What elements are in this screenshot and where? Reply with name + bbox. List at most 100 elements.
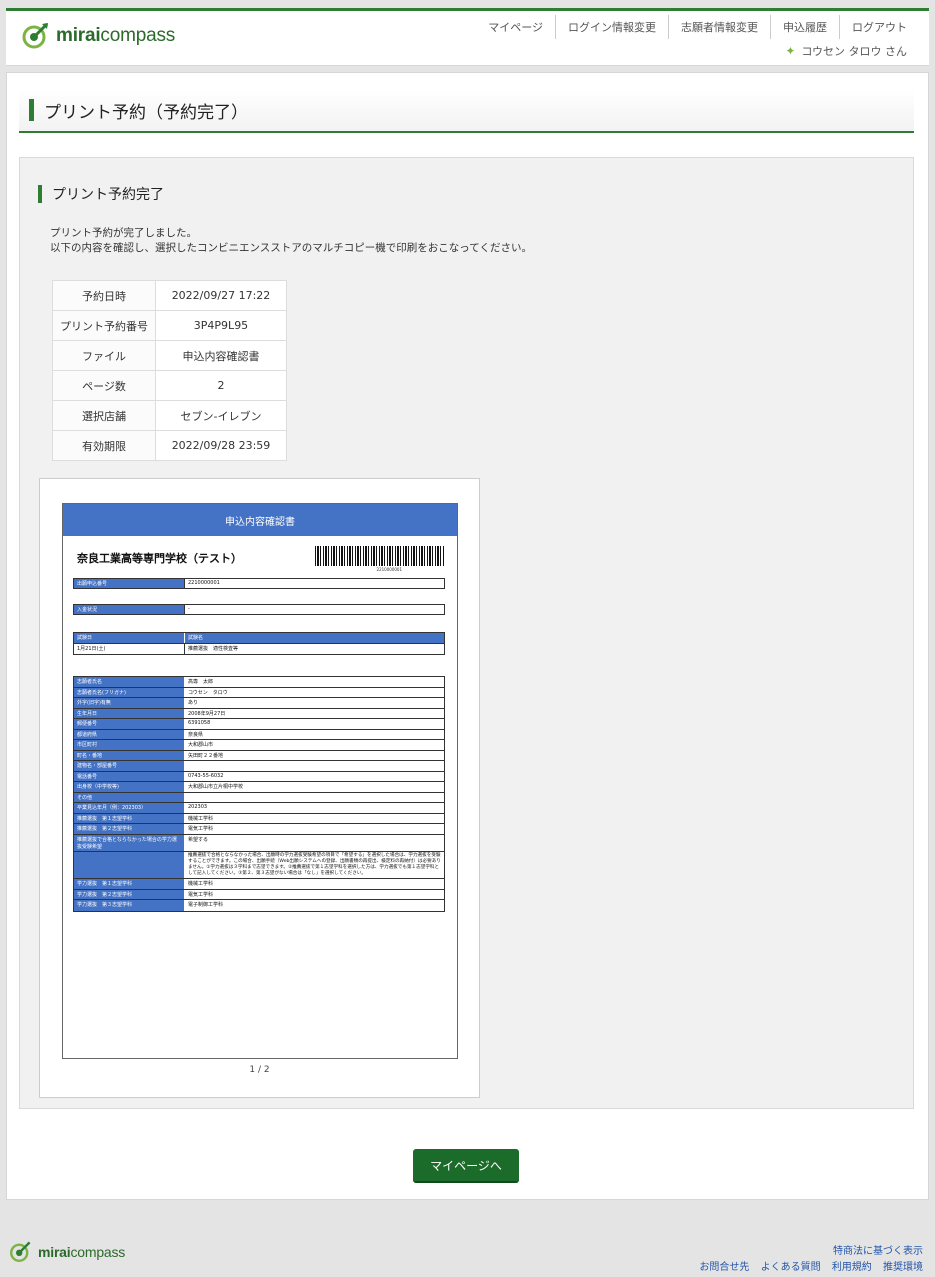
footer-link-terms[interactable]: 利用規約 — [832, 1262, 872, 1273]
miraicompass-logo[interactable]: miraicompass — [20, 21, 175, 51]
form-key: 学力選抜 第１志望学科 — [74, 879, 184, 889]
form-row: 町名・番地 矢田町２２番地 — [74, 750, 444, 761]
form-key: 町名・番地 — [74, 750, 184, 760]
school-name: 奈良工業高等専門学校（テスト） — [77, 552, 242, 565]
form-row: 学力選抜 第２志望学科 電気工学科 — [74, 889, 444, 901]
form-value: 202303 — [184, 803, 444, 813]
footer-logo[interactable]: miraicompass — [8, 1240, 125, 1264]
description-line-1: プリント予約が完了しました。 — [50, 227, 197, 239]
user-name: コウセン タロウ さん — [801, 45, 907, 58]
form-value: 矢田町２２番地 — [184, 750, 444, 760]
form-value: 機械工学科 — [184, 879, 444, 889]
form-row: 推薦選抜 第１志望学科 機械工学科 — [74, 813, 444, 824]
form-key: 郵便番号 — [74, 719, 184, 729]
form-key: 入金状況 — [74, 605, 184, 614]
form-row: 生年月日 2008年9月27日 — [74, 708, 444, 719]
info-key: 予約日時 — [52, 280, 156, 311]
info-value: 2022/09/28 23:59 — [155, 430, 287, 461]
form-key: 電話番号 — [74, 771, 184, 781]
form-value — [184, 761, 444, 771]
form-key: 推薦選抜で合格とならなかった場合の学力選抜受験希望 — [74, 834, 184, 851]
form-row: 出身校（中学校等) 大和郡山市立片桐中学校 — [74, 782, 444, 793]
form-value: 2210000001 — [184, 579, 444, 588]
info-key: 有効期限 — [52, 430, 156, 461]
table-row: ページ数 2 — [52, 370, 287, 401]
info-key: ページ数 — [52, 370, 156, 401]
document-title: 申込内容確認書 — [63, 504, 457, 536]
barcode-number: 2210000001 — [376, 567, 402, 572]
description: プリント予約が完了しました。 以下の内容を確認し、選択したコンビニエンスストアの… — [50, 226, 532, 256]
info-key: 選択店舗 — [52, 400, 156, 431]
table-row: 予約日時 2022/09/27 17:22 — [52, 280, 287, 311]
form-key: 学力選抜 第３志望学科 — [74, 900, 184, 911]
form-key: 推薦選抜 第１志望学科 — [74, 813, 184, 823]
nav-applicant-info[interactable]: 志願者情報変更 — [669, 15, 771, 39]
table-row: 選択店舗 セブン-イレブン — [52, 400, 287, 431]
form-key — [74, 851, 184, 879]
footer-link-faq[interactable]: よくある質問 — [761, 1262, 821, 1273]
form-row: 志願者氏名 高専 太郎 — [74, 677, 444, 688]
form-note: 推薦選抜で合格とならなかった場合、出願時の学力選抜受験希望の項目で「希望する」を… — [184, 851, 444, 879]
form-value: 2008年9月27日 — [184, 708, 444, 718]
nav-history[interactable]: 申込履歴 — [771, 15, 840, 39]
footer-link-tokusho[interactable]: 特商法に基づく表示 — [833, 1246, 923, 1257]
form-row: 電話番号 0743-55-6032 — [74, 771, 444, 782]
form-value: 6391058 — [184, 719, 444, 729]
footer-logo-text: miraicompass — [38, 1244, 126, 1260]
form-row: 都道府県 奈良県 — [74, 729, 444, 740]
barcode-image — [315, 546, 445, 566]
document-preview[interactable]: 申込内容確認書 奈良工業高等専門学校（テスト） 2210000001 出願申込番… — [39, 478, 480, 1098]
info-value: 申込内容確認書 — [155, 340, 287, 371]
form-row: 試験日 試験名 — [74, 633, 444, 644]
top-nav: マイページ ログイン情報変更 志願者情報変更 申込履歴 ログアウト — [476, 15, 919, 39]
form-value: 高専 太郎 — [184, 677, 444, 687]
form-value: 希望する — [184, 834, 444, 851]
compass-logo-icon — [8, 1240, 32, 1264]
form-key: 外字(旧字)有無 — [74, 698, 184, 708]
nav-logout[interactable]: ログアウト — [840, 15, 919, 39]
form-row: 外字(旧字)有無 あり — [74, 698, 444, 709]
section-heading: プリント予約完了 — [52, 187, 164, 203]
footer-link-contact[interactable]: お問合せ先 — [699, 1262, 749, 1273]
info-key: プリント予約番号 — [52, 310, 156, 341]
leaf-icon: ✦ — [785, 44, 796, 58]
form-key: 1月21日(土) — [74, 643, 184, 654]
form-row: 出願申込番号 2210000001 — [73, 578, 445, 589]
form-key: 建物名・部屋番号 — [74, 761, 184, 771]
form-value: コウセン タロウ — [184, 687, 444, 697]
form-row: 推薦選抜で合格とならなかった場合の学力選抜受験希望 希望する — [74, 834, 444, 852]
form-row: 学力選抜 第３志望学科 電子制御工学科 — [74, 900, 444, 911]
form-row: 卒業見込年月（例：202303） 202303 — [74, 803, 444, 814]
document-page: 申込内容確認書 奈良工業高等専門学校（テスト） 2210000001 出願申込番… — [62, 503, 458, 1059]
form-value: 電気工学科 — [184, 824, 444, 834]
nav-login-info[interactable]: ログイン情報変更 — [556, 15, 669, 39]
main-content: プリント予約（予約完了） プリント予約完了 プリント予約が完了しました。 以下の… — [6, 72, 929, 1200]
info-key: ファイル — [52, 340, 156, 371]
form-row: 市区町村 大和郡山市 — [74, 740, 444, 751]
info-value: 2022/09/27 17:22 — [155, 280, 287, 311]
form-value: 大和郡山市立片桐中学校 — [184, 782, 444, 792]
form-value: 電気工学科 — [184, 889, 444, 900]
form-key: 試験日 — [74, 633, 184, 643]
form-key: 卒業見込年月（例：202303） — [74, 803, 184, 813]
form-key: 出身校（中学校等) — [74, 782, 184, 792]
mypage-button[interactable]: マイページへ — [413, 1149, 519, 1183]
form-key: 生年月日 — [74, 708, 184, 718]
form-key: 志願者氏名 — [74, 677, 184, 687]
form-row: 志願者氏名(フリガナ) コウセン タロウ — [74, 687, 444, 698]
form-row: 学力選抜 第１志望学科 機械工学科 — [74, 879, 444, 890]
form-row: 建物名・部屋番号 — [74, 761, 444, 772]
footer-link-environment[interactable]: 推奨環境 — [883, 1262, 923, 1273]
exam-block: 試験日 試験名 1月21日(土) 推薦選抜 適性検査等 — [73, 632, 445, 655]
page-title-bar: プリント予約（予約完了） — [19, 89, 914, 133]
nav-mypage[interactable]: マイページ — [476, 15, 556, 39]
table-row: プリント予約番号 3P4P9L95 — [52, 310, 287, 341]
site-header: miraicompass マイページ ログイン情報変更 志願者情報変更 申込履歴… — [6, 8, 929, 66]
form-key: 市区町村 — [74, 740, 184, 750]
form-value: 0743-55-6032 — [184, 771, 444, 781]
applicant-block: 志願者氏名 高専 太郎 志願者氏名(フリガナ) コウセン タロウ 外字(旧字)有無あ… — [73, 676, 445, 912]
form-row: 1月21日(土) 推薦選抜 適性検査等 — [74, 643, 444, 654]
form-key: その他 — [74, 792, 184, 802]
description-line-2: 以下の内容を確認し、選択したコンビニエンスストアのマルチコピー機で印刷をおこなっ… — [50, 242, 532, 254]
compass-logo-icon — [20, 21, 50, 51]
